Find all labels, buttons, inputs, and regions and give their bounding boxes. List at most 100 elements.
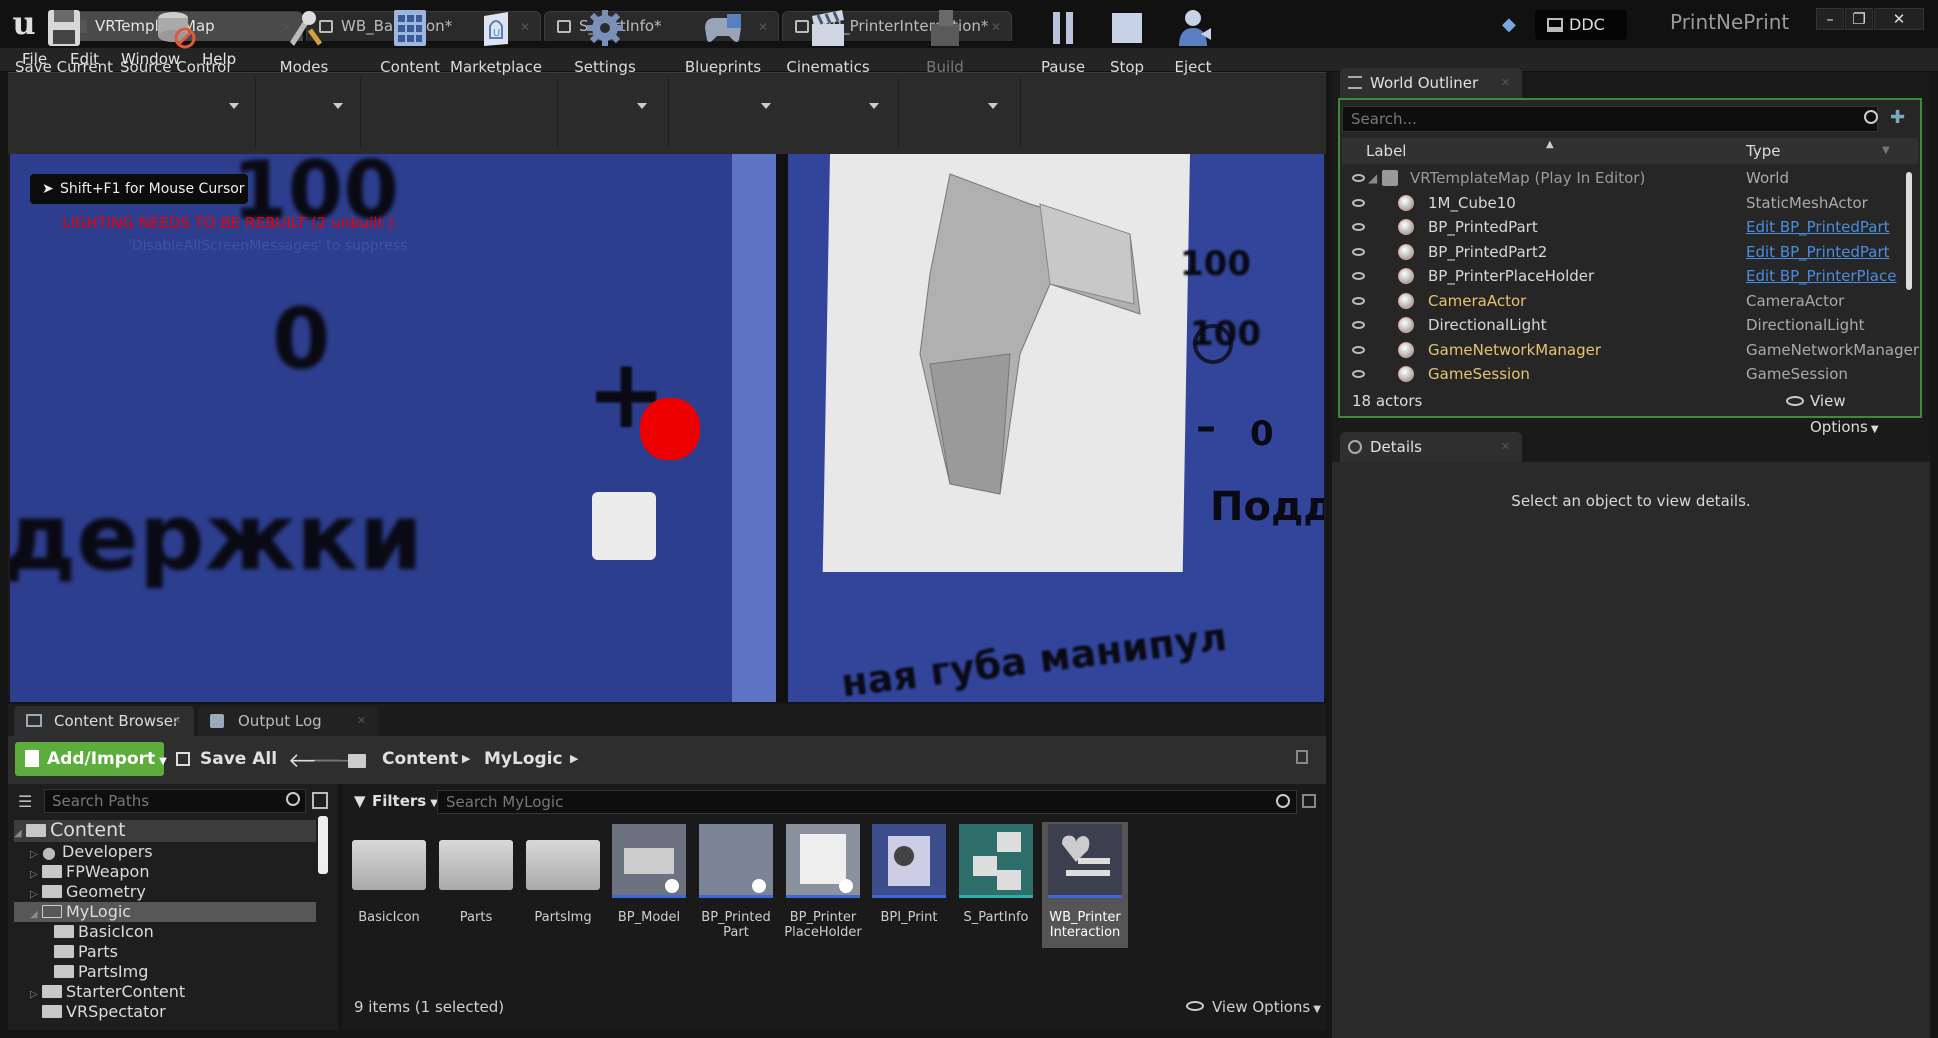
outliner-row[interactable]: BP_PrintedPart2 Edit BP_PrintedPart: [1342, 240, 1902, 264]
tree-item-parts[interactable]: Parts: [14, 942, 316, 962]
outliner-row[interactable]: GameSession GameSession: [1342, 362, 1902, 386]
chevron-down-icon[interactable]: ▼: [1882, 138, 1890, 164]
close-icon[interactable]: ✕: [1501, 432, 1510, 462]
ddc-button[interactable]: DDC: [1535, 10, 1627, 40]
outliner-row[interactable]: 1M_Cube10 StaticMeshActor: [1342, 191, 1902, 215]
save-all-button[interactable]: Save All: [174, 742, 277, 776]
cinematics-button[interactable]: Cinematics: [782, 0, 874, 82]
breadcrumb-arrow-icon[interactable]: ▶: [570, 752, 578, 765]
asset-bp-printerplaceholder[interactable]: BP_Printer PlaceHolder: [784, 822, 862, 948]
asset-name: BP_Printed Part: [701, 910, 771, 940]
visibility-eye-icon[interactable]: [1352, 247, 1365, 256]
search-assets-input[interactable]: Search MyLogic: [437, 790, 1297, 814]
close-icon[interactable]: ✕: [1501, 68, 1510, 98]
collapse-sources-icon[interactable]: ☰: [18, 792, 32, 811]
asset-s-partinfo[interactable]: S_PartInfo: [957, 822, 1035, 948]
asset-name: BPI_Print: [880, 910, 938, 925]
close-icon[interactable]: ✕: [991, 13, 1001, 41]
path-view-options-icon[interactable]: [312, 792, 328, 809]
lock-icon[interactable]: [1296, 750, 1308, 764]
modes-dropdown-arrow[interactable]: [333, 103, 343, 109]
add-actor-icon[interactable]: ✚: [1890, 108, 1912, 130]
tree-item-developers[interactable]: ▷ ● Developers: [14, 842, 316, 862]
tree-item-content[interactable]: ◢ Content: [14, 820, 316, 842]
visibility-eye-icon[interactable]: [1352, 174, 1365, 182]
stop-button[interactable]: Stop: [1096, 0, 1158, 82]
outliner-row[interactable]: CameraActor CameraActor: [1342, 289, 1902, 313]
close-window-button[interactable]: ✕: [1874, 8, 1924, 30]
save-search-icon[interactable]: [1302, 794, 1316, 808]
tab-world-outliner[interactable]: World Outliner ✕: [1340, 68, 1522, 98]
blueprints-dropdown-arrow[interactable]: [761, 103, 771, 109]
cinematics-dropdown-arrow[interactable]: [869, 103, 879, 109]
column-label-header[interactable]: Label: [1366, 138, 1406, 164]
add-import-button[interactable]: Add/Import ▼: [15, 742, 167, 776]
source-control-dropdown-arrow[interactable]: [229, 103, 239, 109]
expand-arrow-icon[interactable]: ◢: [14, 824, 26, 844]
breadcrumb-arrow-icon[interactable]: ▶: [462, 752, 470, 765]
tab-output-log[interactable]: Output Log ✕: [198, 706, 378, 736]
build-button[interactable]: Build: [908, 0, 982, 82]
tab-details[interactable]: Details ✕: [1340, 432, 1522, 462]
tree-item-geometry[interactable]: ▷ Geometry: [14, 882, 316, 902]
tree-item-vrspectator[interactable]: VRSpectator: [14, 1002, 316, 1022]
search-paths-input[interactable]: Search Paths: [44, 789, 306, 813]
visibility-eye-icon[interactable]: [1352, 321, 1365, 329]
outliner-row[interactable]: BP_PrinterPlaceHolder Edit BP_PrinterPlac…: [1342, 264, 1902, 288]
outliner-row[interactable]: ◢ VRTemplateMap (Play In Editor) World: [1342, 166, 1902, 190]
column-type-header[interactable]: Type: [1746, 138, 1780, 164]
breadcrumb-content[interactable]: Content: [382, 742, 458, 776]
asset-folder-parts[interactable]: Parts: [437, 822, 515, 948]
notification-icon[interactable]: ◆: [1502, 14, 1522, 35]
visibility-eye-icon[interactable]: [1352, 198, 1365, 207]
build-dropdown-arrow[interactable]: [988, 103, 998, 109]
outliner-search-input[interactable]: Search...: [1342, 106, 1878, 132]
visibility-eye-icon[interactable]: [1352, 223, 1365, 231]
actor-type[interactable]: Edit BP_PrintedPart: [1746, 240, 1890, 264]
expand-arrow-icon[interactable]: ◢: [1368, 166, 1377, 190]
level-viewport[interactable]: 100 0 + держки 100 100 – 0 Поддер ная гу…: [10, 154, 1324, 702]
outliner-view-options-button[interactable]: View Options ▼: [1786, 388, 1918, 443]
eject-button[interactable]: Eject: [1162, 0, 1224, 82]
outliner-scrollbar[interactable]: [1906, 172, 1912, 290]
close-icon[interactable]: ✕: [357, 706, 366, 736]
content-button[interactable]: Content: [370, 0, 450, 82]
modes-button[interactable]: Modes: [268, 0, 340, 82]
asset-bp-model[interactable]: BP_Model: [610, 822, 688, 948]
settings-dropdown-arrow[interactable]: [637, 103, 647, 109]
tree-item-mylogic[interactable]: ◢ MyLogic: [14, 902, 316, 922]
breadcrumb-mylogic[interactable]: MyLogic: [484, 742, 563, 776]
tree-item-basicicon[interactable]: BasicIcon: [14, 922, 316, 942]
asset-bpi-print[interactable]: BPI_Print: [870, 822, 948, 948]
minimize-button[interactable]: –: [1816, 8, 1844, 30]
filters-button[interactable]: ▼ Filters ▼: [352, 790, 438, 815]
pause-button[interactable]: Pause: [1032, 0, 1094, 82]
maximize-button[interactable]: ❐: [1845, 8, 1873, 30]
path-scrollbar[interactable]: [318, 816, 328, 874]
blueprints-button[interactable]: Blueprints: [680, 0, 766, 82]
actor-type[interactable]: Edit BP_PrintedPart: [1746, 215, 1890, 239]
visibility-eye-icon[interactable]: [1352, 296, 1365, 305]
asset-folder-basicicon[interactable]: BasicIcon: [350, 822, 428, 948]
close-icon[interactable]: ✕: [173, 706, 182, 736]
asset-folder-partsimg[interactable]: PartsImg: [524, 822, 602, 948]
visibility-eye-icon[interactable]: [1352, 370, 1365, 378]
outliner-row[interactable]: GameNetworkManager GameNetworkManager: [1342, 338, 1919, 362]
outliner-row[interactable]: BP_PrintedPart Edit BP_PrintedPart: [1342, 215, 1902, 239]
settings-button[interactable]: Settings: [567, 0, 643, 82]
marketplace-button[interactable]: U Marketplace: [450, 0, 542, 82]
ddc-label: DDC: [1569, 15, 1605, 34]
outliner-row[interactable]: DirectionalLight DirectionalLight: [1342, 313, 1902, 337]
tree-item-partsimg[interactable]: PartsImg: [14, 962, 316, 982]
save-current-button[interactable]: Save Current: [14, 0, 114, 82]
visibility-eye-icon[interactable]: [1352, 272, 1365, 280]
view-options-button[interactable]: View Options ▼: [1186, 998, 1321, 1016]
source-control-button[interactable]: Source Control: [120, 0, 231, 82]
visibility-eye-icon[interactable]: [1352, 345, 1365, 354]
tree-item-fpweapon[interactable]: ▷ FPWeapon: [14, 862, 316, 882]
tab-content-browser[interactable]: Content Browser ✕: [14, 706, 194, 736]
asset-bp-printedpart[interactable]: BP_Printed Part: [697, 822, 775, 948]
tree-item-startercontent[interactable]: ▷ StarterContent: [14, 982, 316, 1002]
asset-wb-printerinteraction[interactable]: WB_Printer Interaction: [1042, 822, 1128, 948]
actor-type[interactable]: Edit BP_PrinterPlace: [1746, 264, 1896, 288]
